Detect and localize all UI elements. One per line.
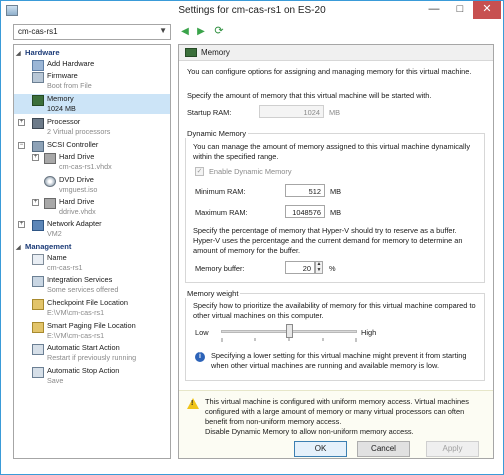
memory-weight-description: Specify how to prioritize the availabili… <box>193 301 476 320</box>
slider-ticks <box>221 338 357 342</box>
chevron-down-icon: ▼ <box>159 26 167 35</box>
minimum-ram-field[interactable]: 512 <box>285 184 325 197</box>
startup-ram-description: Specify the amount of memory that this v… <box>187 91 432 100</box>
spin-down-icon[interactable]: ▼ <box>316 268 322 273</box>
numa-warning-text: This virtual machine is configured with … <box>205 397 469 436</box>
memory-buffer-spinner[interactable]: ▲ ▼ <box>315 261 323 274</box>
memory-header-title: Memory <box>201 48 230 57</box>
enable-dynamic-memory-label: Enable Dynamic Memory <box>209 167 292 176</box>
startup-ram-label: Startup RAM: <box>187 108 232 117</box>
title-bar: Settings for cm-cas-rs1 on ES-20 — □ ✕ <box>1 1 503 21</box>
expand-icon[interactable]: + <box>18 221 25 228</box>
back-arrow-icon[interactable]: ◀ <box>179 25 191 38</box>
collapse-caret-icon: ◢ <box>16 51 21 57</box>
enable-dynamic-memory-checkbox[interactable]: ✓ <box>195 167 204 176</box>
maximum-ram-label: Maximum RAM: <box>195 208 248 217</box>
settings-window: Settings for cm-cas-rs1 on ES-20 — □ ✕ c… <box>0 0 504 475</box>
maximum-ram-field[interactable]: 1048576 <box>285 205 325 218</box>
sidebar-item-firmware[interactable]: Firmware Boot from File <box>14 71 170 91</box>
integration-services-icon <box>32 276 44 287</box>
folder-icon <box>32 322 44 333</box>
expand-icon[interactable]: + <box>18 119 25 126</box>
stop-action-icon <box>32 367 44 378</box>
info-icon: i <box>195 352 205 362</box>
maximum-ram-unit: MB <box>330 208 342 217</box>
startup-ram-field[interactable]: 1024 <box>259 105 324 118</box>
memory-weight-info-text: Specifying a lower setting for this virt… <box>211 351 467 370</box>
sidebar-item-hard-drive[interactable]: + Hard Drive cm-cas-rs1.vhdx <box>14 152 170 172</box>
memory-buffer-percent: % <box>329 264 336 273</box>
hard-drive-icon <box>44 153 56 164</box>
hard-drive-icon <box>44 198 56 209</box>
minimize-button[interactable]: — <box>421 1 447 19</box>
processor-icon <box>32 118 44 129</box>
memory-buffer-label: Memory buffer: <box>195 264 245 273</box>
memory-buffer-field[interactable]: 20 <box>285 261 315 274</box>
minimum-ram-label: Minimum RAM: <box>195 187 246 196</box>
sidebar-item-name[interactable]: Name cm-cas-rs1 <box>14 253 170 273</box>
startup-ram-unit: MB <box>329 108 341 117</box>
expand-icon[interactable]: + <box>32 154 39 161</box>
collapse-caret-icon: ◢ <box>16 245 21 251</box>
memory-chip-icon <box>185 48 197 57</box>
refresh-icon[interactable]: ⟳ <box>213 25 225 38</box>
close-button[interactable]: ✕ <box>473 1 501 19</box>
forward-arrow-icon[interactable]: ▶ <box>195 25 207 38</box>
memory-settings-panel: Memory You can configure options for ass… <box>178 44 494 459</box>
start-action-icon <box>32 344 44 355</box>
scsi-controller-icon <box>32 141 44 152</box>
sidebar-item-checkpoint-file-location[interactable]: Checkpoint File Location E:\VM\cm-cas-rs… <box>14 298 170 318</box>
expand-icon[interactable]: + <box>32 199 39 206</box>
memory-weight-slider-thumb[interactable] <box>285 324 293 338</box>
sidebar-item-automatic-stop-action[interactable]: Automatic Stop Action Save <box>14 366 170 386</box>
sidebar-item-hard-drive-2[interactable]: + Hard Drive ddrive.vhdx <box>14 197 170 217</box>
maximize-button[interactable]: □ <box>447 1 473 19</box>
warning-icon: ! <box>187 398 199 409</box>
ok-button[interactable]: OK <box>294 441 347 457</box>
vm-selector-value: cm-cas-rs1 <box>18 27 58 36</box>
memory-chip-icon <box>32 95 44 106</box>
apply-button[interactable]: Apply <box>426 441 479 457</box>
sidebar-item-smart-paging-file-location[interactable]: Smart Paging File Location E:\VM\cm-cas-… <box>14 321 170 341</box>
memory-weight-title: Memory weight <box>185 289 241 298</box>
memory-section-header: Memory <box>179 45 493 61</box>
slider-low-label: Low <box>195 328 209 337</box>
sidebar-item-dvd-drive[interactable]: DVD Drive vmguest.iso <box>14 175 170 195</box>
name-icon <box>32 254 44 265</box>
settings-tree: ◢ Hardware Add Hardware Firmware Boot fro… <box>13 44 171 459</box>
dynamic-memory-description: You can manage the amount of memory assi… <box>193 142 471 161</box>
slider-high-label: High <box>361 328 377 337</box>
minimum-ram-unit: MB <box>330 187 342 196</box>
vm-selector-dropdown[interactable]: cm-cas-rs1 ▼ <box>13 24 171 40</box>
collapse-icon[interactable]: − <box>18 142 25 149</box>
sidebar-item-integration-services[interactable]: Integration Services Some services offer… <box>14 275 170 295</box>
sidebar-item-processor[interactable]: + Processor 2 Virtual processors <box>14 117 170 137</box>
sidebar-item-network-adapter[interactable]: + Network Adapter VM2 <box>14 219 170 239</box>
dynamic-memory-title: Dynamic Memory <box>185 129 249 138</box>
firmware-icon <box>32 72 44 83</box>
checkpoint-folder-icon <box>32 299 44 310</box>
cancel-button[interactable]: Cancel <box>357 441 410 457</box>
management-section-header[interactable]: ◢ Management <box>16 242 168 252</box>
memory-intro-text: You can configure options for assigning … <box>187 67 472 76</box>
memory-buffer-description: Specify the percentage of memory that Hy… <box>193 226 463 255</box>
sidebar-item-automatic-start-action[interactable]: Automatic Start Action Restart if previo… <box>14 343 170 363</box>
network-adapter-icon <box>32 220 44 231</box>
hardware-section-header[interactable]: ◢ Hardware <box>16 48 168 58</box>
sidebar-item-memory[interactable]: Memory 1024 MB <box>14 94 170 114</box>
add-hardware-icon <box>32 60 44 71</box>
dvd-drive-icon <box>44 176 56 187</box>
